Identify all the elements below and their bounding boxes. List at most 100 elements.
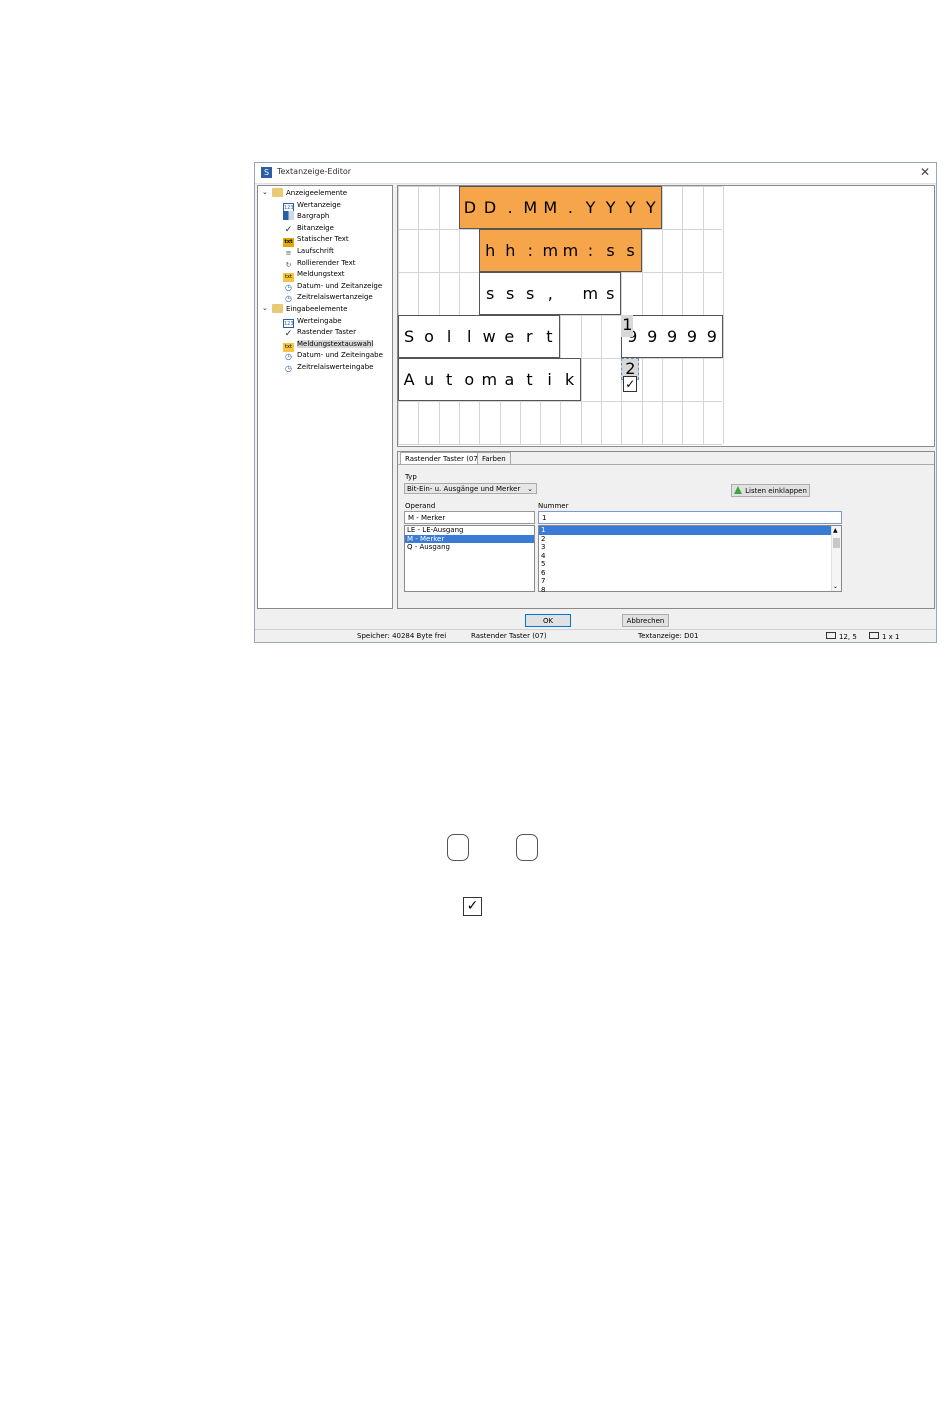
grid-char: w xyxy=(482,327,496,346)
grid-char: . xyxy=(507,198,513,217)
nummer-list[interactable]: 12345678 ▲ ⌄ xyxy=(538,525,842,595)
tree-item-label: Bargraph xyxy=(297,212,330,221)
collapse-lists-label: Listen einklappen xyxy=(745,487,807,495)
operand-list-item[interactable]: Q - Ausgang xyxy=(405,543,534,552)
folder-icon xyxy=(272,304,283,313)
automatik-text[interactable]: Automatik xyxy=(398,358,581,401)
chip-1[interactable]: 1 xyxy=(621,315,634,337)
properties-panel: Rastender Taster (07) Farben Typ Bit-Ein… xyxy=(397,451,935,609)
milliseconds-field[interactable]: sss, ms xyxy=(479,272,622,315)
cancel-button[interactable]: Abbrechen xyxy=(622,614,669,627)
tree-item-label: Meldungstextauswahl xyxy=(297,339,374,348)
scroll-down-icon[interactable]: ⌄ xyxy=(833,583,838,590)
text-display-editor-window: S Textanzeige-Editor ✕ ⌄ Anzeigeelemente 1… xyxy=(254,162,937,643)
nummer-list-item[interactable]: 8 xyxy=(539,586,831,595)
tree-item[interactable]: 123 Werteingabe xyxy=(283,316,342,328)
tree-item-label: Meldungstext xyxy=(297,270,345,279)
tree-item[interactable]: ✓ Rastender Taster xyxy=(283,327,356,339)
grid-char: s xyxy=(626,241,635,260)
nummer-list-item[interactable]: 1 xyxy=(539,526,831,535)
tree-expander-icon[interactable]: ⌄ xyxy=(262,188,268,196)
grid-char: M xyxy=(523,198,538,217)
tree-item[interactable]: ◷ Zeitrelaiswertanzeige xyxy=(283,292,373,303)
rounded-square-symbol-left xyxy=(447,834,469,861)
tree-item[interactable]: txt Meldungstextauswahl xyxy=(283,339,374,352)
tree-item[interactable]: Bargraph xyxy=(283,211,329,222)
ok-button[interactable]: OK xyxy=(525,614,571,627)
tree-item[interactable]: txt Meldungstext xyxy=(283,269,345,283)
nummer-list-item[interactable]: 4 xyxy=(539,552,831,561)
tree-item-label: Zeitrelaiswertanzeige xyxy=(297,293,373,302)
tree-group[interactable]: Eingabeelemente xyxy=(272,304,347,315)
grid-char: 9 xyxy=(686,327,698,346)
nummer-list-item[interactable]: 6 xyxy=(539,569,831,578)
grid-char: l xyxy=(466,327,472,346)
time-field[interactable]: hh: mm: ss xyxy=(479,229,642,272)
sollwert-text[interactable]: Sollwert xyxy=(398,315,561,358)
size-icon xyxy=(869,632,879,639)
grid-char: A xyxy=(403,370,415,389)
operand-list[interactable]: LE - LE-Ausgang M - Merker Q - Ausgang xyxy=(404,525,535,592)
grid-char: Y xyxy=(625,198,636,217)
grid-char: , xyxy=(547,284,553,303)
grid-char: D xyxy=(463,198,477,217)
nummer-list-item[interactable]: 3 xyxy=(539,543,831,552)
clock-icon: ◷ xyxy=(285,352,292,362)
bargraph-icon xyxy=(283,211,294,221)
tree-item[interactable]: ◷ Datum- und Zeiteingabe xyxy=(283,350,383,361)
tree-group[interactable]: Anzeigeelemente xyxy=(272,188,347,199)
grid-char: m xyxy=(542,241,559,260)
tree-item-label: Datum- und Zeiteingabe xyxy=(297,351,383,360)
tree-item[interactable]: txt Statischer Text xyxy=(283,234,349,248)
tree-item[interactable]: ◷ Datum- und Zeitanzeige xyxy=(283,281,382,292)
window-title: Textanzeige-Editor xyxy=(277,167,352,176)
operand-list-item[interactable]: M - Merker xyxy=(405,534,534,543)
grid-char: r xyxy=(526,327,533,346)
grid-char: t xyxy=(546,327,553,346)
status-position: 12, 5 xyxy=(826,632,857,641)
nummer-list-item[interactable]: 7 xyxy=(539,577,831,586)
arrow-up-icon xyxy=(734,486,743,494)
nummer-field[interactable]: 1 xyxy=(538,511,842,524)
tree-item[interactable]: ✓ Bitanzeige xyxy=(283,223,334,235)
tree-item[interactable]: ≡ Laufschrift xyxy=(283,246,334,257)
nummer-list-item[interactable]: 5 xyxy=(539,560,831,569)
grid-char: s xyxy=(486,284,495,303)
tree-item[interactable]: 123 Wertanzeige xyxy=(283,200,341,212)
operand-list-item[interactable]: LE - LE-Ausgang xyxy=(405,526,534,535)
tab-divider xyxy=(398,464,934,465)
timer-icon: ◷ xyxy=(285,364,292,373)
character-grid: DD.MM.YYYYhh:mm:sssss, msSollwert99999Au… xyxy=(398,186,724,445)
operand-field[interactable]: M - Merker xyxy=(404,511,535,524)
nummer-list-item[interactable]: 2 xyxy=(539,535,831,544)
typ-value: Bit-Ein- u. Ausgänge und Merker xyxy=(407,485,521,493)
collapse-lists-button[interactable]: Listen einklappen xyxy=(731,484,810,497)
close-icon[interactable]: ✕ xyxy=(920,165,930,179)
status-size-value: 1 x 1 xyxy=(882,633,900,641)
checkbox-checked-icon: ✓ xyxy=(463,897,482,916)
typ-combobox[interactable]: Bit-Ein- u. Ausgänge und Merker ⌄ xyxy=(404,483,537,494)
tree-item[interactable]: ◷ Zeitrelaiswerteingabe xyxy=(283,362,373,373)
date-field[interactable]: DD.MM.YYYY xyxy=(458,186,662,229)
tree-expander-icon[interactable]: ⌄ xyxy=(262,304,268,312)
grid-char: 9 xyxy=(706,327,717,346)
tree-item-label: Zeitrelaiswerteingabe xyxy=(297,363,374,371)
grid-char: k xyxy=(565,370,575,389)
typ-label: Typ xyxy=(405,473,417,481)
grid-char: 9 xyxy=(666,327,678,346)
scroll-up-icon[interactable]: ▲ xyxy=(833,527,838,534)
tree-item-label: Statischer Text xyxy=(297,235,349,244)
latching-button-check-icon[interactable]: ✓ xyxy=(623,376,638,392)
scroll-thumb[interactable] xyxy=(833,538,840,548)
tree-item[interactable]: ↻ Rollierender Text xyxy=(283,258,356,269)
grid-char: M xyxy=(543,198,558,217)
nummer-scrollbar[interactable]: ▲ ⌄ xyxy=(831,526,841,591)
text-display-canvas[interactable]: DD.MM.YYYYhh:mm:sssss, msSollwert99999Au… xyxy=(397,185,935,447)
editor-app-icon: S xyxy=(261,167,272,178)
timer-icon: ◷ xyxy=(285,294,292,304)
title-bar[interactable]: S Textanzeige-Editor ✕ xyxy=(255,163,936,184)
value-display-field[interactable]: 99999 xyxy=(621,315,723,358)
grid-char: : xyxy=(587,241,594,260)
operand-label: Operand xyxy=(405,502,436,510)
status-display: Textanzeige: D01 xyxy=(638,632,699,640)
